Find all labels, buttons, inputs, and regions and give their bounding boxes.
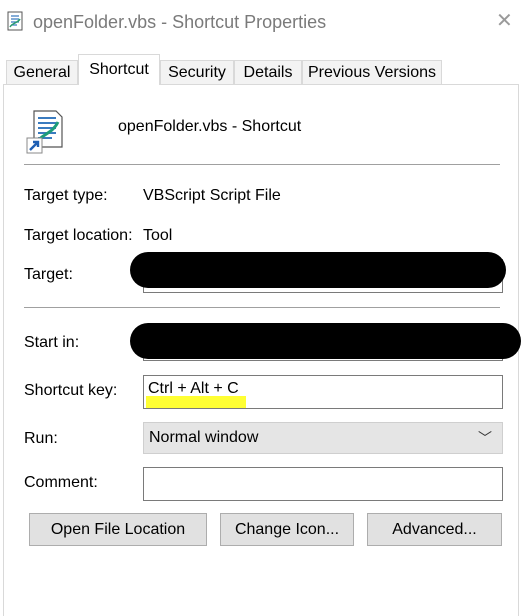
run-select[interactable]: Normal window ﹀ — [143, 422, 503, 454]
shortcut-name: openFolder.vbs - Shortcut — [118, 118, 302, 135]
start-in-redaction — [130, 323, 521, 359]
target-type-label: Target type: — [24, 187, 108, 204]
close-icon[interactable]: ✕ — [496, 10, 513, 32]
comment-label: Comment: — [24, 474, 98, 491]
tab-details[interactable]: Details — [234, 60, 302, 84]
tab-security[interactable]: Security — [160, 60, 234, 84]
run-select-value: Normal window — [149, 429, 259, 446]
shortcut-key-value: Ctrl + Alt + C — [148, 380, 239, 397]
tab-strip: General Shortcut Security Details Previo… — [0, 54, 522, 85]
target-type-value: VBScript Script File — [143, 187, 281, 204]
advanced-button[interactable]: Advanced... — [367, 513, 502, 546]
title-bar: openFolder.vbs - Shortcut Properties ✕ — [0, 0, 522, 46]
shortcut-key-label: Shortcut key: — [24, 382, 118, 399]
target-redaction — [130, 252, 506, 288]
tab-general[interactable]: General — [6, 60, 78, 84]
tab-previous-versions[interactable]: Previous Versions — [302, 60, 442, 84]
script-file-icon — [7, 11, 23, 31]
target-location-label: Target location: — [24, 227, 133, 244]
chevron-down-icon: ﹀ — [478, 430, 492, 446]
run-label: Run: — [24, 430, 58, 447]
tab-shortcut[interactable]: Shortcut — [78, 54, 160, 85]
target-location-value: Tool — [143, 227, 173, 244]
separator — [24, 164, 500, 165]
vbscript-shortcut-icon — [26, 110, 63, 154]
open-file-location-button[interactable]: Open File Location — [29, 513, 207, 546]
separator — [24, 307, 500, 308]
start-in-label: Start in: — [24, 334, 80, 351]
comment-input[interactable] — [143, 467, 503, 501]
target-label: Target: — [24, 266, 73, 283]
window-title: openFolder.vbs - Shortcut Properties — [33, 12, 327, 32]
change-icon-button[interactable]: Change Icon... — [220, 513, 354, 546]
